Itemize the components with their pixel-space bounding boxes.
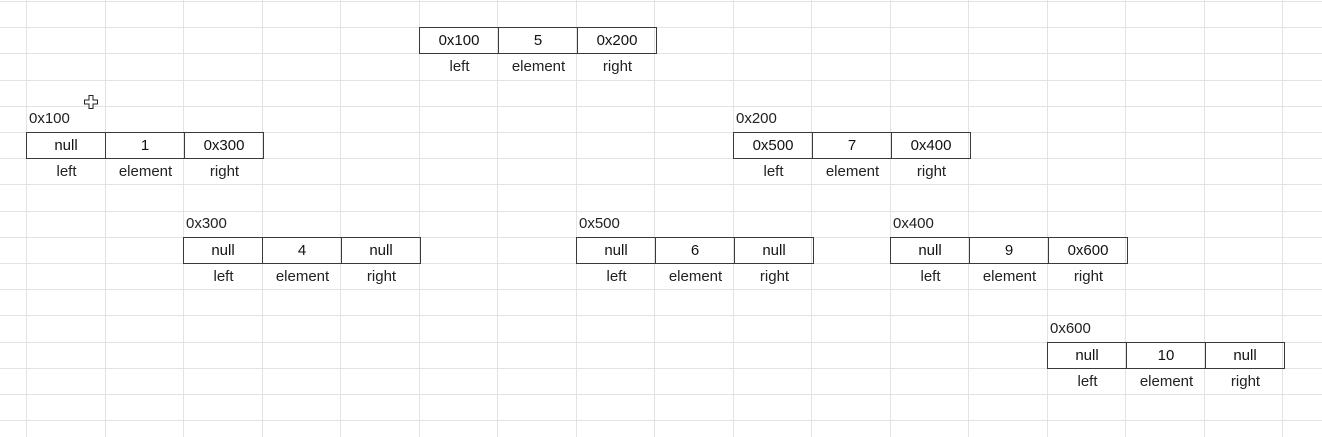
cell-cursor-icon [84, 95, 98, 109]
grid-row-line [0, 27, 1322, 28]
label-left: left [606, 268, 627, 285]
node-address: 0x400 [893, 215, 934, 232]
node-cells: 0x500 7 0x400 [733, 132, 971, 159]
grid-column-line [340, 0, 341, 437]
cell-right[interactable]: 0x300 [185, 133, 264, 159]
cell-right[interactable]: 0x400 [892, 133, 971, 159]
grid-row-line [0, 1, 1322, 2]
cell-element[interactable]: 5 [499, 28, 578, 54]
cell-element[interactable]: 10 [1127, 343, 1206, 369]
cell-right[interactable]: null [1206, 343, 1285, 369]
grid-column-line [183, 0, 184, 437]
cell-left[interactable]: null [577, 238, 656, 264]
label-left: left [56, 163, 77, 180]
node-cells: 0x100 5 0x200 [419, 27, 657, 54]
grid-row-line [0, 106, 1322, 107]
node-address: 0x200 [736, 110, 777, 127]
node-labels: left element right [27, 159, 264, 185]
cell-element[interactable]: 1 [106, 133, 185, 159]
grid-column-line [26, 0, 27, 437]
label-left: left [213, 268, 234, 285]
grid-column-line [105, 0, 106, 437]
grid-column-line [262, 0, 263, 437]
cell-left[interactable]: 0x100 [420, 28, 499, 54]
cell-element[interactable]: 9 [970, 238, 1049, 264]
node-cells: null 9 0x600 [890, 237, 1128, 264]
cell-left[interactable]: null [891, 238, 970, 264]
label-element: element [118, 163, 173, 180]
label-right: right [759, 268, 790, 285]
label-right: right [366, 268, 397, 285]
spreadsheet-canvas: 0x100 5 0x200 left element right 0x100 n… [0, 0, 1322, 437]
cell-element[interactable]: 7 [813, 133, 892, 159]
node-cells: null 4 null [183, 237, 421, 264]
cell-element[interactable]: 6 [656, 238, 735, 264]
cell-left[interactable]: null [1048, 343, 1127, 369]
label-element: element [1139, 373, 1194, 390]
cell-element[interactable]: 4 [263, 238, 342, 264]
label-element: element [668, 268, 723, 285]
cell-right[interactable]: 0x200 [578, 28, 657, 54]
node-address: 0x600 [1050, 320, 1091, 337]
node-cells: null 1 0x300 [26, 132, 264, 159]
label-element: element [275, 268, 330, 285]
label-right: right [209, 163, 240, 180]
grid-column-line [968, 0, 969, 437]
grid-row-line [0, 80, 1322, 81]
cell-right[interactable]: 0x600 [1049, 238, 1128, 264]
label-left: left [1077, 373, 1098, 390]
grid-column-line [733, 0, 734, 437]
label-left: left [449, 58, 470, 75]
node-cells: null 10 null [1047, 342, 1285, 369]
label-element: element [825, 163, 880, 180]
node-labels: left element right [577, 264, 814, 290]
label-right: right [916, 163, 947, 180]
cell-right[interactable]: null [342, 238, 421, 264]
node-address: 0x500 [579, 215, 620, 232]
cell-left[interactable]: null [27, 133, 106, 159]
grid-column-line [811, 0, 812, 437]
node-cells: null 6 null [576, 237, 814, 264]
label-element: element [982, 268, 1037, 285]
node-labels: left element right [1048, 369, 1285, 395]
node-labels: left element right [184, 264, 421, 290]
label-right: right [1230, 373, 1261, 390]
node-address: 0x100 [29, 110, 70, 127]
node-labels: left element right [891, 264, 1128, 290]
label-left: left [763, 163, 784, 180]
label-right: right [602, 58, 633, 75]
cell-left[interactable]: null [184, 238, 263, 264]
grid-row-line [0, 53, 1322, 54]
node-address: 0x300 [186, 215, 227, 232]
grid-row-line [0, 420, 1322, 421]
label-left: left [920, 268, 941, 285]
cell-left[interactable]: 0x500 [734, 133, 813, 159]
node-labels: left element right [734, 159, 971, 185]
cell-right[interactable]: null [735, 238, 814, 264]
grid-row-line [0, 315, 1322, 316]
grid-column-line [890, 0, 891, 437]
label-right: right [1073, 268, 1104, 285]
label-element: element [511, 58, 566, 75]
node-labels: left element right [420, 54, 657, 80]
